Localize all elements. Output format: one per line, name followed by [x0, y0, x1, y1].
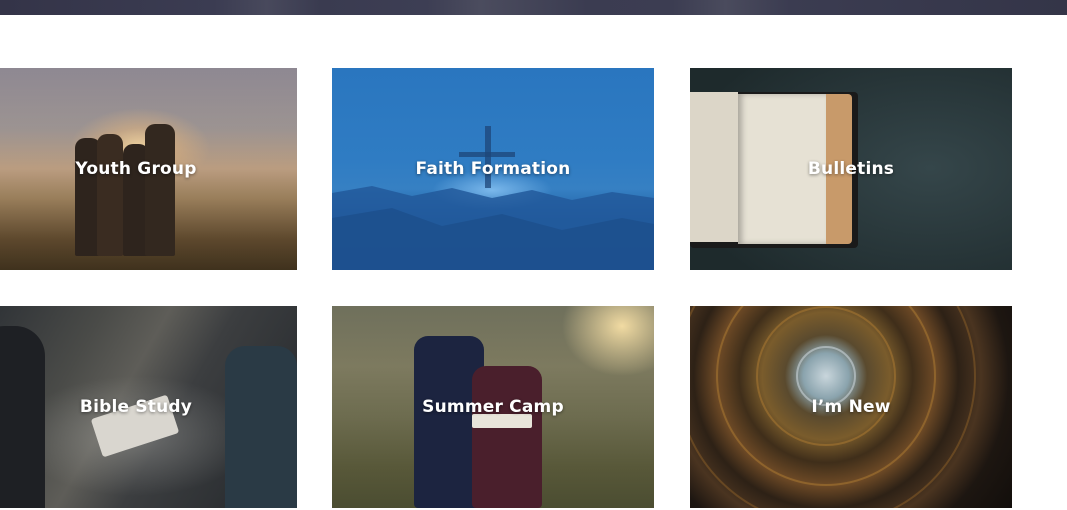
tile-youth-group[interactable]: Youth Group — [0, 68, 297, 270]
tile-label: Bulletins — [807, 159, 895, 179]
top-banner-image — [0, 0, 1067, 15]
tile-label: Summer Camp — [422, 397, 564, 417]
tile-label: Youth Group — [75, 159, 197, 179]
mountains-image — [332, 186, 654, 270]
tile-bulletins[interactable]: Bulletins — [690, 68, 1012, 270]
tile-faith-formation[interactable]: Faith Formation — [332, 68, 654, 270]
tile-label: I’m New — [811, 397, 891, 417]
tile-im-new[interactable]: I’m New — [690, 306, 1012, 508]
group-silhouette — [75, 106, 185, 256]
child-figure — [472, 366, 542, 508]
tile-summer-camp[interactable]: Summer Camp — [332, 306, 654, 508]
tile-label: Bible Study — [79, 397, 193, 417]
tile-label: Faith Formation — [415, 159, 571, 179]
tile-bible-study[interactable]: Bible Study — [0, 306, 297, 508]
